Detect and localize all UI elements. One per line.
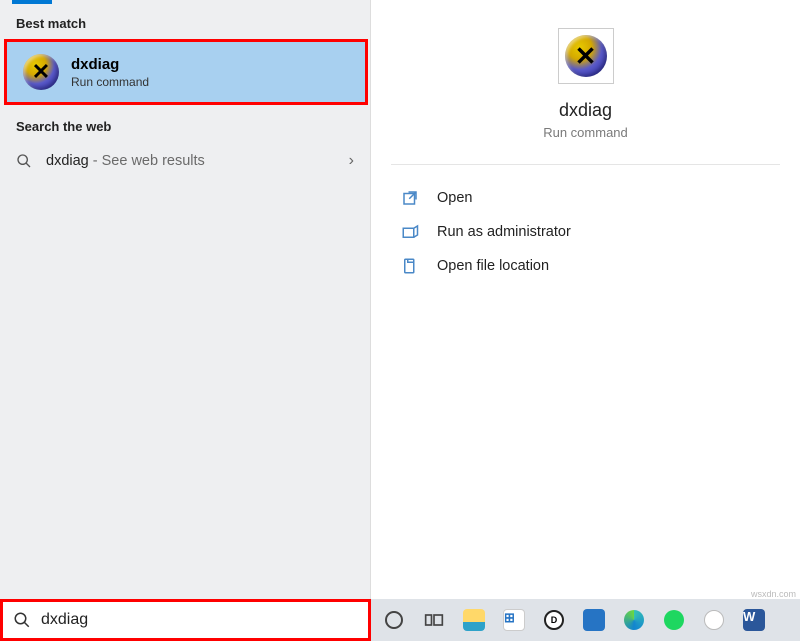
search-results-panel: Best match ✕ dxdiag Run command Search t… [0, 0, 371, 599]
run-as-admin-label: Run as administrator [437, 224, 571, 240]
web-search-result[interactable]: dxdiag - See web results › [0, 142, 370, 180]
preview-panel: ✕ dxdiag Run command Open Run as adminis… [371, 0, 800, 599]
dell-icon[interactable]: D [539, 605, 569, 635]
preview-title: dxdiag [391, 100, 780, 121]
taskbar: ⊞ D W [371, 599, 800, 641]
search-input[interactable] [41, 611, 358, 629]
word-icon[interactable]: W [739, 605, 769, 635]
watermark: wsxdn.com [751, 589, 796, 599]
dxdiag-icon: ✕ [565, 35, 607, 77]
app-icon[interactable] [579, 605, 609, 635]
open-action[interactable]: Open [401, 181, 770, 215]
best-match-title: dxdiag [71, 56, 149, 73]
shield-icon [401, 223, 421, 241]
open-file-location-action[interactable]: Open file location [401, 249, 770, 283]
search-icon [16, 153, 32, 169]
teams-icon[interactable] [699, 605, 729, 635]
chevron-right-icon: › [349, 152, 354, 170]
open-icon [401, 189, 421, 207]
microsoft-store-icon[interactable]: ⊞ [499, 605, 529, 635]
preview-icon-frame: ✕ [558, 28, 614, 84]
best-match-header: Best match [0, 10, 370, 39]
run-as-admin-action[interactable]: Run as administrator [401, 215, 770, 249]
file-explorer-icon[interactable] [459, 605, 489, 635]
best-match-subtitle: Run command [71, 75, 149, 89]
web-result-hint: - See web results [89, 153, 205, 169]
dxdiag-icon: ✕ [23, 54, 59, 90]
open-label: Open [437, 190, 472, 206]
task-view-icon[interactable] [419, 605, 449, 635]
edge-icon[interactable] [619, 605, 649, 635]
spotify-icon[interactable] [659, 605, 689, 635]
open-file-location-label: Open file location [437, 258, 549, 274]
search-icon [13, 611, 31, 629]
preview-subtitle: Run command [391, 125, 780, 140]
search-box[interactable] [0, 599, 371, 641]
web-result-term: dxdiag [46, 153, 89, 169]
best-match-result[interactable]: ✕ dxdiag Run command [4, 39, 368, 105]
cortana-icon[interactable] [379, 605, 409, 635]
search-web-header: Search the web [0, 113, 370, 142]
folder-icon [401, 257, 421, 275]
